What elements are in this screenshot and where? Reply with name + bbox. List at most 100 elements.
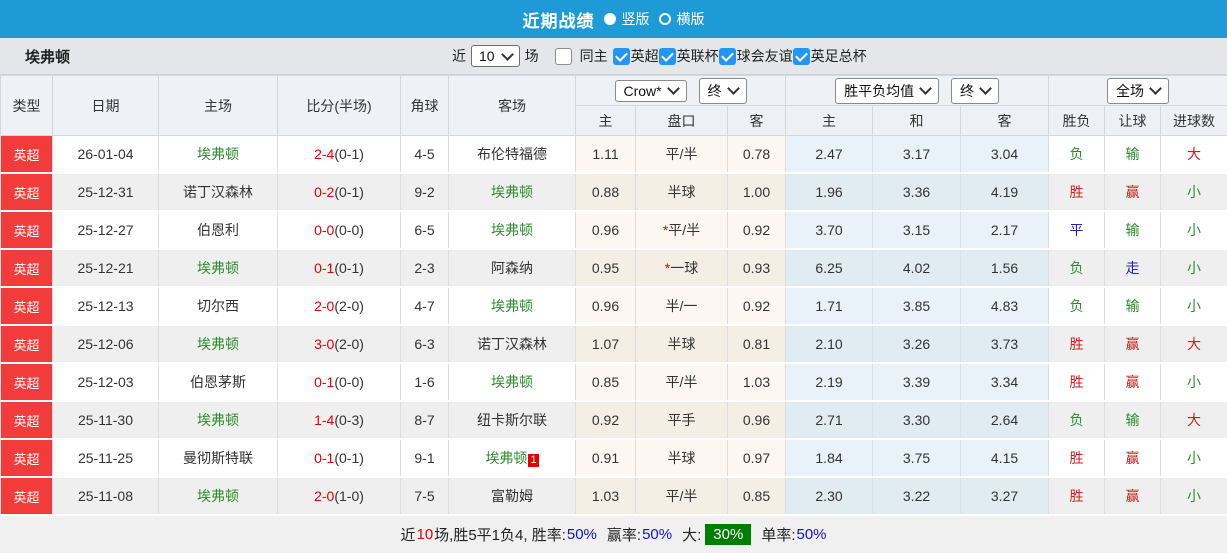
radio-icon[interactable] <box>604 13 616 25</box>
league-checkbox[interactable] <box>613 48 630 65</box>
page-title: 近期战绩 <box>523 7 595 32</box>
home-team[interactable]: 埃弗顿 <box>159 249 278 287</box>
handicap-away-odds: 0.92 <box>728 287 786 325</box>
avg-home-odds: 3.70 <box>786 211 873 249</box>
home-team[interactable]: 切尔西 <box>159 287 278 325</box>
subcol-avg-home: 主 <box>786 106 873 136</box>
layout-option[interactable]: 竖版 <box>604 9 650 29</box>
layout-option-label: 横版 <box>677 9 705 29</box>
scope-select[interactable]: 全场 <box>1107 78 1169 104</box>
away-team[interactable]: 埃弗顿 <box>449 287 576 325</box>
result-handicap: 走 <box>1105 249 1161 287</box>
match-count-select[interactable]: 10 <box>471 45 520 67</box>
home-team[interactable]: 埃弗顿 <box>159 136 278 174</box>
wdl-average-select[interactable]: 胜平负均值 <box>835 78 939 104</box>
away-team[interactable]: 诺丁汉森林 <box>449 325 576 363</box>
handicap-away-odds: 0.81 <box>728 325 786 363</box>
table-row: 英超25-11-25曼彻斯特联0-1(0-1)9-1埃弗顿10.91半球0.97… <box>1 439 1227 477</box>
match-date: 25-11-25 <box>53 439 159 477</box>
subcol-handicap: 盘口 <box>636 106 728 136</box>
corner-score: 1-6 <box>401 363 449 401</box>
home-team[interactable]: 伯恩利 <box>159 211 278 249</box>
away-team[interactable]: 纽卡斯尔联 <box>449 401 576 439</box>
result-wdl: 胜 <box>1049 173 1105 211</box>
league-badge: 英超 <box>1 363 53 401</box>
match-date: 25-12-06 <box>53 325 159 363</box>
avg-home-odds: 2.47 <box>786 136 873 174</box>
result-handicap: 赢 <box>1105 173 1161 211</box>
result-group-header: 全场 <box>1049 76 1227 106</box>
match-date: 25-12-13 <box>53 287 159 325</box>
table-row: 英超25-12-27伯恩利0-0(0-0)6-5埃弗顿0.96*平/半0.923… <box>1 211 1227 249</box>
col-header-away: 客场 <box>449 76 576 136</box>
subcol-result-handicap: 让球 <box>1105 106 1161 136</box>
win-rate-value: 50% <box>567 526 597 543</box>
result-handicap: 输 <box>1105 401 1161 439</box>
away-team[interactable]: 埃弗顿1 <box>449 439 576 477</box>
final-select-value: 终 <box>960 81 974 101</box>
handicap-line: 半/一 <box>636 287 728 325</box>
league-checkbox[interactable] <box>659 48 676 65</box>
league-badge: 英超 <box>1 136 53 174</box>
home-team[interactable]: 诺丁汉森林 <box>159 173 278 211</box>
handicap-group-header: Crow* 终 <box>576 76 786 106</box>
home-team[interactable]: 埃弗顿 <box>159 325 278 363</box>
big-rate-label: 大: <box>682 524 701 545</box>
avg-home-odds: 2.19 <box>786 363 873 401</box>
bookmaker-select[interactable]: Crow* <box>615 80 687 102</box>
match-date: 26-01-04 <box>53 136 159 174</box>
same-home-checkbox[interactable] <box>555 48 572 65</box>
col-header-date: 日期 <box>53 76 159 136</box>
chevron-down-icon <box>919 82 932 95</box>
avg-away-odds: 3.27 <box>961 477 1049 515</box>
single-rate-label: 单率: <box>761 524 795 545</box>
avg-away-odds: 1.56 <box>961 249 1049 287</box>
corner-score: 4-5 <box>401 136 449 174</box>
subcol-result-wdl: 胜负 <box>1049 106 1105 136</box>
final-odds-select-2[interactable]: 终 <box>951 78 999 104</box>
home-team[interactable]: 埃弗顿 <box>159 401 278 439</box>
handicap-rate-value: 50% <box>642 526 672 543</box>
red-card-badge: 1 <box>528 454 538 467</box>
league-checkbox[interactable] <box>793 48 810 65</box>
away-team[interactable]: 埃弗顿 <box>449 173 576 211</box>
score-cell: 1-4(0-3) <box>278 401 401 439</box>
table-row: 英超26-01-04埃弗顿2-4(0-1)4-5布伦特福德1.11平/半0.78… <box>1 136 1227 174</box>
result-goals: 小 <box>1161 173 1227 211</box>
away-team[interactable]: 布伦特福德 <box>449 136 576 174</box>
away-team[interactable]: 埃弗顿 <box>449 363 576 401</box>
corner-score: 2-3 <box>401 249 449 287</box>
layout-option[interactable]: 横版 <box>659 9 705 29</box>
away-team[interactable]: 阿森纳 <box>449 249 576 287</box>
table-row: 英超25-12-21埃弗顿0-1(0-1)2-3阿森纳0.95*一球0.936.… <box>1 249 1227 287</box>
corner-score: 4-7 <box>401 287 449 325</box>
avg-home-odds: 2.30 <box>786 477 873 515</box>
table-row: 英超25-11-30埃弗顿1-4(0-3)8-7纽卡斯尔联0.92平手0.962… <box>1 401 1227 439</box>
avg-draw-odds: 3.30 <box>873 401 961 439</box>
league-badge: 英超 <box>1 439 53 477</box>
home-team[interactable]: 埃弗顿 <box>159 477 278 515</box>
handicap-home-odds: 0.92 <box>576 401 636 439</box>
table-row: 英超25-12-13切尔西2-0(2-0)4-7埃弗顿0.96半/一0.921.… <box>1 287 1227 325</box>
home-team[interactable]: 曼彻斯特联 <box>159 439 278 477</box>
result-wdl: 胜 <box>1049 363 1105 401</box>
radio-icon[interactable] <box>659 13 671 25</box>
league-checkbox[interactable] <box>719 48 736 65</box>
result-wdl: 负 <box>1049 249 1105 287</box>
result-handicap: 赢 <box>1105 477 1161 515</box>
league-badge: 英超 <box>1 401 53 439</box>
final-odds-select-1[interactable]: 终 <box>699 78 747 104</box>
avg-home-odds: 6.25 <box>786 249 873 287</box>
handicap-home-odds: 0.91 <box>576 439 636 477</box>
match-date: 25-12-03 <box>53 363 159 401</box>
away-team[interactable]: 埃弗顿 <box>449 211 576 249</box>
away-team[interactable]: 富勒姆 <box>449 477 576 515</box>
score-cell: 2-4(0-1) <box>278 136 401 174</box>
table-row: 英超25-12-31诺丁汉森林0-2(0-1)9-2埃弗顿0.88半球1.001… <box>1 173 1227 211</box>
result-goals: 大 <box>1161 401 1227 439</box>
result-handicap: 赢 <box>1105 363 1161 401</box>
result-handicap: 输 <box>1105 211 1161 249</box>
match-date: 25-12-27 <box>53 211 159 249</box>
scope-select-value: 全场 <box>1116 81 1144 101</box>
home-team[interactable]: 伯恩茅斯 <box>159 363 278 401</box>
